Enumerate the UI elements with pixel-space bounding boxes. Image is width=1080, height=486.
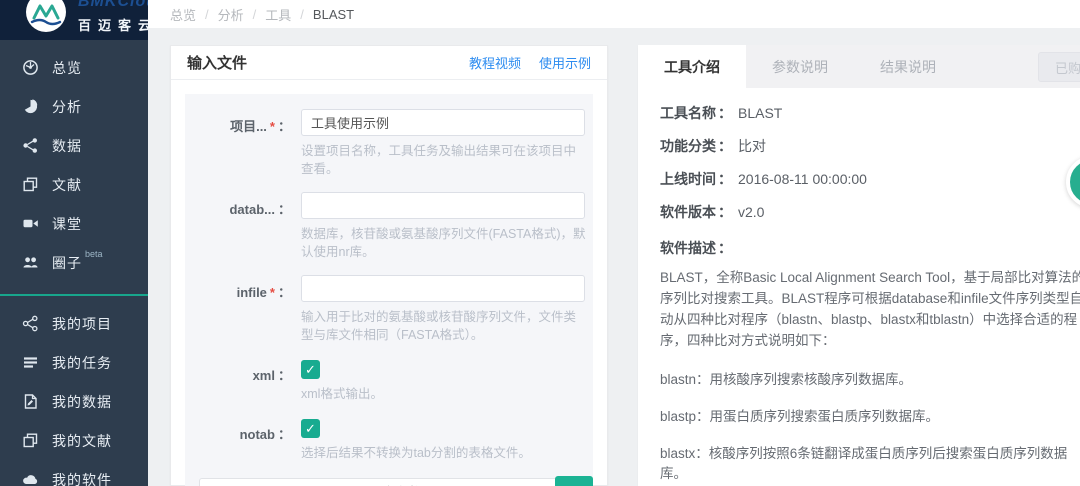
form-row-project: 项目...*： 设置项目名称，工具任务及输出结果可在该项目中查看。 [185,109,593,178]
software-description: BLAST，全称Basic Local Alignment Search Too… [660,267,1080,351]
brand-name-en: BMKCloud [78,0,148,11]
database-input[interactable] [301,192,585,219]
community-icon [22,254,39,271]
overview-icon [22,59,39,76]
project-field-label: 项目... [230,119,267,134]
xml-field-label: xml [253,368,275,383]
panel-title: 输入文件 [187,52,247,73]
form-area: 项目...*： 设置项目名称，工具任务及输出结果可在该项目中查看。 datab.… [185,94,593,486]
sidebar-item-community[interactable]: 圈子 beta [0,243,148,282]
input-file-panel: 输入文件 教程视频 使用示例 项目...*： 设置项目名称，工具任务及输出结果可… [170,45,608,486]
sidebar-item-label: 我的软件 [52,470,112,486]
database-field-hint: 数据库，核苷酸或氨基酸序列文件(FASTA格式)，默认使用nr库。 [301,225,587,261]
notab-field-label: notab [240,427,275,442]
project-name-input[interactable] [301,109,585,136]
notab-checkbox[interactable]: ✓ [301,419,320,438]
bmk-logo-icon[interactable] [26,0,66,32]
form-panel-header: 输入文件 教程视频 使用示例 [171,46,607,80]
literature-icon [22,176,39,193]
blastx-description: blastx：核酸序列按照6条链翻译成蛋白质序列后搜索蛋白质序列数据库。 [660,442,1080,482]
blastp-description: blastp：用蛋白质序列搜索蛋白质序列数据库。 [660,405,1080,425]
infile-field-hint: 输入用于比对的氨基酸或核苷酸序列文件，文件类型与库文件相同（FASTA格式）。 [301,308,587,344]
tab-result-desc[interactable]: 结果说明 [854,45,962,88]
tab-param-desc[interactable]: 参数说明 [746,45,854,88]
sidebar-nav: 总览 分析 数据 文献 [0,40,148,486]
analysis-icon [22,98,39,115]
info-tabbar: 工具介绍 参数说明 结果说明 已购买 [638,45,1080,88]
meta-tool-name: 工具名称：BLAST [660,103,1068,123]
required-asterisk: * [270,119,275,134]
blastn-description: blastn：用核酸序列搜索核酸序列数据库。 [660,368,1080,388]
sidebar-item-my-tasks[interactable]: 我的任务 [0,343,148,382]
form-row-xml: xml： ✓ xml格式输出。 [185,358,593,403]
sidebar-item-my-software[interactable]: 我的软件 [0,460,148,486]
xml-checkbox[interactable]: ✓ [301,360,320,379]
tab-tool-intro[interactable]: 工具介绍 [638,45,746,88]
more-params-label: 更多参数 [369,482,421,486]
breadcrumb-item-analysis[interactable]: 分析 [218,5,244,24]
tutorial-video-link[interactable]: 教程视频 [469,53,521,72]
my-data-icon [22,393,39,410]
form-row-database: datab...： 数据库，核苷酸或氨基酸序列文件(FASTA格式)，默认使用n… [185,192,593,261]
meta-online-time: 上线时间：2016-08-11 00:00:00 [660,169,1068,189]
tool-intro-content: 工具名称：BLAST 功能分类：比对 上线时间：2016-08-11 00:00… [638,88,1080,486]
xml-field-hint: xml格式输出。 [301,385,587,403]
sidebar-item-label: 圈子 [52,253,82,273]
breadcrumb-separator: / [300,7,304,22]
my-literature-icon [22,432,39,449]
check-icon: ✓ [305,421,316,437]
meta-version: 软件版本：v2.0 [660,202,1068,222]
sidebar-item-my-data[interactable]: 我的数据 [0,382,148,421]
tool-info-panel: 工具介绍 参数说明 结果说明 已购买 工具名称：BLAST 功能分类：比对 上线… [638,45,1080,486]
sidebar-item-label: 我的任务 [52,353,112,373]
software-desc-label: 软件描述： [660,238,1068,258]
submit-button[interactable] [555,476,593,486]
my-software-icon [22,471,39,486]
usage-example-link[interactable]: 使用示例 [539,53,591,72]
infile-input[interactable] [301,275,585,302]
breadcrumb-current: BLAST [313,7,354,22]
sidebar-item-overview[interactable]: 总览 [0,48,148,87]
breadcrumb-item-tools[interactable]: 工具 [265,5,291,24]
project-field-hint: 设置项目名称，工具任务及输出结果可在该项目中查看。 [301,142,587,178]
data-icon [22,137,39,154]
sidebar-item-label: 总览 [52,58,82,78]
breadcrumb-item-overview[interactable]: 总览 [170,5,196,24]
sidebar-item-data[interactable]: 数据 [0,126,148,165]
sidebar-item-analysis[interactable]: 分析 [0,87,148,126]
beta-badge: beta [85,249,103,259]
sidebar-item-classroom[interactable]: 课堂 [0,204,148,243]
database-field-label: datab... [229,202,275,217]
sidebar-item-label: 我的数据 [52,392,112,412]
sidebar-item-my-literature[interactable]: 我的文献 [0,421,148,460]
sidebar-item-label: 数据 [52,136,82,156]
my-projects-icon [22,315,39,332]
form-row-notab: notab： ✓ 选择后结果不转换为tab分割的表格文件。 [185,417,593,462]
purchased-button[interactable]: 已购买 [1038,52,1080,82]
sidebar-item-label: 文献 [52,175,82,195]
brand-name-zh: 百迈客云 [78,15,148,34]
classroom-icon [22,215,39,232]
breadcrumb-separator: / [253,7,257,22]
sidebar-item-label: 课堂 [52,214,82,234]
breadcrumb-separator: / [205,7,209,22]
form-row-infile: infile*： 输入用于比对的氨基酸或核苷酸序列文件，文件类型与库文件相同（F… [185,275,593,344]
required-asterisk: * [270,285,275,300]
sidebar-item-literature[interactable]: 文献 [0,165,148,204]
sidebar-item-my-projects[interactable]: 我的项目 [0,304,148,343]
check-icon: ✓ [305,362,316,378]
more-params-button[interactable]: ↓ 更多参数 [199,478,579,486]
breadcrumb: 总览 / 分析 / 工具 / BLAST [148,0,1080,28]
my-tasks-icon [22,354,39,371]
meta-category: 功能分类：比对 [660,136,1068,156]
sidebar-item-label: 我的项目 [52,314,112,334]
sidebar-item-label: 我的文献 [52,431,112,451]
sidebar-item-label: 分析 [52,97,82,117]
infile-field-label: infile [237,285,267,300]
logo-bar: BMKCloud 百迈客云 [0,0,148,40]
notab-field-hint: 选择后结果不转换为tab分割的表格文件。 [301,444,587,462]
sidebar: BMKCloud 百迈客云 总览 分析 数据 [0,0,148,486]
